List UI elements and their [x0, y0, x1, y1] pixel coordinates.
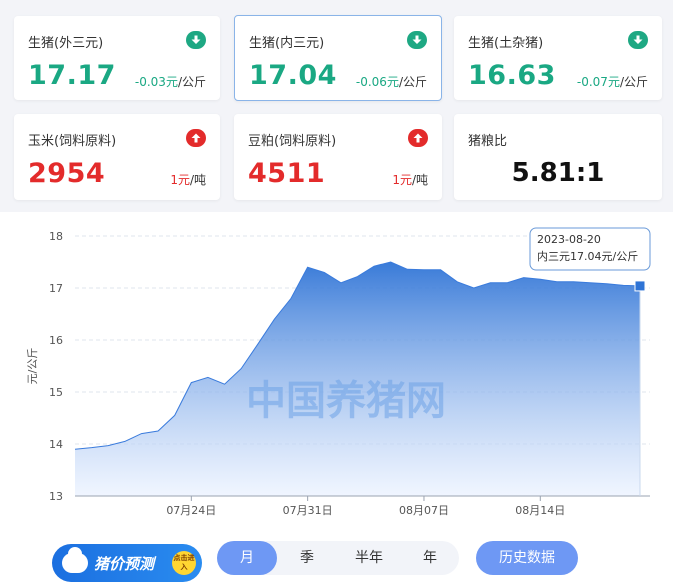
- tooltip: 2023-08-20 内三元17.04元/公斤: [529, 227, 651, 271]
- card-change: -0.07元/公斤: [576, 75, 648, 89]
- card-corn[interactable]: 玉米(饲料原料) 2954 1元/吨: [14, 114, 220, 200]
- period-quarter[interactable]: 季: [277, 541, 337, 575]
- x-tick-label: 07月24日: [166, 504, 216, 517]
- card-value: 16.63: [468, 60, 556, 91]
- period-month[interactable]: 月: [217, 541, 277, 575]
- price-forecast-banner[interactable]: 猪价预测 点击进入: [52, 544, 202, 582]
- card-value: 17.04: [249, 60, 337, 91]
- card-name: 生猪(内三元): [249, 36, 325, 51]
- history-data-button[interactable]: 历史数据: [476, 541, 578, 575]
- card-name: 豆粕(饲料原料): [248, 134, 337, 149]
- x-tick-label: 08月14日: [515, 504, 565, 517]
- card-pig-grain-ratio[interactable]: 猪粮比 5.81:1: [454, 114, 662, 200]
- x-tick-label: 07月31日: [283, 504, 333, 517]
- card-change: 1元/吨: [392, 173, 428, 187]
- arrow-up-icon: [186, 129, 206, 147]
- card-change: 1元/吨: [170, 173, 206, 187]
- y-tick-label: 15: [49, 386, 63, 399]
- card-pig-inner[interactable]: 生猪(内三元) 17.04 -0.06元/公斤: [234, 15, 442, 101]
- card-soymeal[interactable]: 豆粕(饲料原料) 4511 1元/吨: [234, 114, 442, 200]
- promo-label: 猪价预测: [94, 554, 155, 573]
- period-half-year[interactable]: 半年: [337, 541, 401, 575]
- price-chart-panel: 13 14 15 16 17 18 中国养猪网 07月24日 07月31日 08月07日 08月…: [0, 212, 673, 588]
- y-tick-label: 13: [49, 490, 63, 503]
- y-tick-label: 16: [49, 334, 63, 347]
- card-value: 17.17: [28, 60, 116, 91]
- card-pig-outer[interactable]: 生猪(外三元) 17.17 -0.03元/公斤: [14, 16, 220, 100]
- card-pig-local[interactable]: 生猪(土杂猪) 16.63 -0.07元/公斤: [454, 16, 662, 100]
- y-tick-label: 17: [49, 282, 63, 295]
- card-name: 生猪(土杂猪): [468, 36, 544, 51]
- card-value: 4511: [248, 158, 326, 189]
- y-tick-label: 14: [49, 438, 63, 451]
- watermark-text: 中国养猪网: [246, 378, 446, 424]
- period-selector: 月 季 半年 年: [217, 541, 459, 575]
- cloud-icon: [62, 547, 88, 573]
- last-point-marker[interactable]: [634, 280, 646, 292]
- card-name: 玉米(饲料原料): [28, 134, 117, 149]
- y-axis-label: 元/公斤: [26, 348, 39, 385]
- card-change: -0.06元/公斤: [355, 75, 427, 89]
- tooltip-value: 内三元17.04元/公斤: [537, 249, 638, 263]
- card-name: 生猪(外三元): [28, 36, 104, 51]
- promo-badge: 点击进入: [172, 551, 196, 575]
- arrow-down-icon: [628, 31, 648, 49]
- x-tick-label: 08月07日: [399, 504, 449, 517]
- card-change: -0.03元/公斤: [134, 75, 206, 89]
- period-year[interactable]: 年: [401, 541, 459, 575]
- arrow-up-icon: [408, 129, 428, 147]
- card-value: 2954: [28, 158, 106, 189]
- price-area-chart[interactable]: 13 14 15 16 17 18 中国养猪网 07月24日 07月31日 08月07日 08月…: [0, 212, 673, 532]
- card-value: 5.81:1: [511, 158, 605, 188]
- y-tick-label: 18: [49, 230, 63, 243]
- arrow-down-icon: [186, 31, 206, 49]
- card-name: 猪粮比: [468, 134, 508, 149]
- tooltip-date: 2023-08-20: [537, 233, 601, 246]
- arrow-down-icon: [407, 31, 427, 49]
